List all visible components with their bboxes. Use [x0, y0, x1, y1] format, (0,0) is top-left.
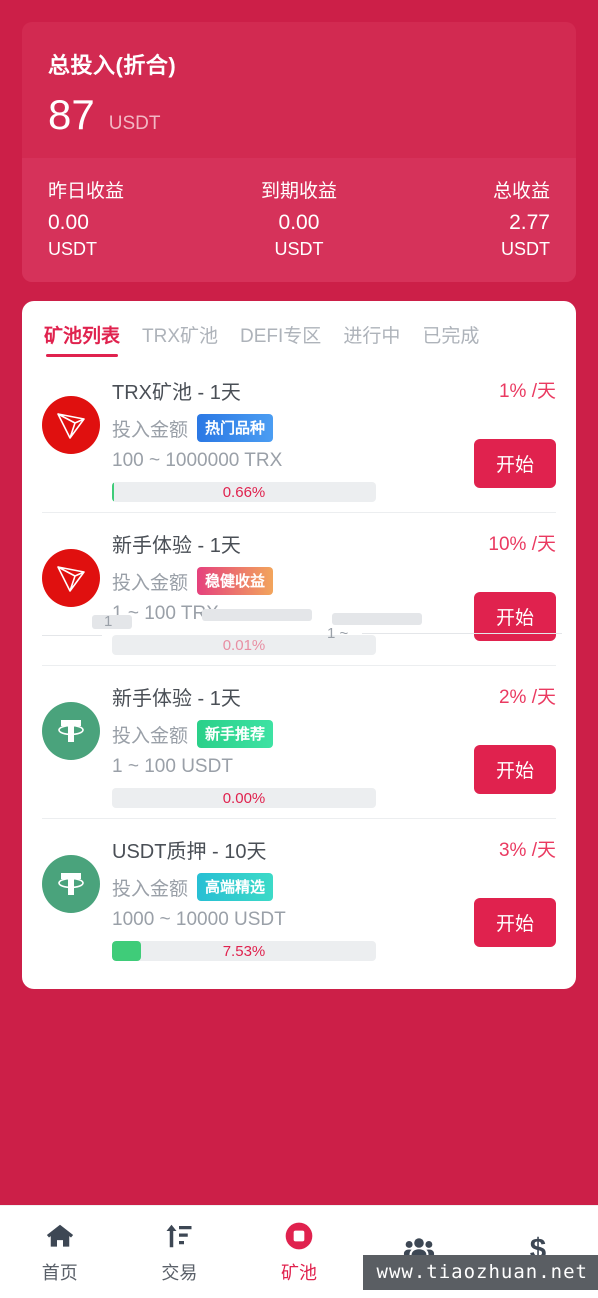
pool-amount-row: 投入金额 高端精选	[112, 873, 460, 901]
tab-pool-list[interactable]: 矿池列表	[44, 321, 120, 360]
daily-rate: 10% /天	[488, 529, 556, 556]
pool-card: 矿池列表 TRX矿池 DEFI专区 进行中 已完成 TRX矿池 - 1天 投入金…	[22, 301, 576, 989]
stat-yesterday-profit: 昨日收益 0.00 USDT	[48, 176, 215, 260]
daily-rate: 1% /天	[499, 376, 556, 403]
start-button[interactable]: 开始	[474, 745, 556, 794]
status-badge: 高端精选	[197, 873, 273, 901]
progress-label: 0.00%	[112, 788, 376, 808]
tab-completed[interactable]: 已完成	[422, 321, 479, 360]
stat-unit: USDT	[48, 239, 215, 260]
list-item[interactable]: TRX矿池 - 1天 投入金额 热门品种 100 ~ 1000000 TRX 0…	[42, 360, 556, 513]
pool-range: 100 ~ 1000000 TRX	[112, 450, 460, 472]
usdt-coin-icon	[42, 855, 100, 913]
balance-unit: USDT	[109, 113, 161, 135]
daily-rate: 3% /天	[499, 835, 556, 862]
daily-rate: 2% /天	[499, 682, 556, 709]
status-badge: 稳健收益	[197, 567, 273, 595]
total-investment-block: 总投入(折合) 87 USDT	[22, 22, 576, 158]
nav-item-trade[interactable]: 交易	[120, 1220, 240, 1285]
usdt-coin-icon	[42, 702, 100, 760]
stat-value: 2.77	[383, 211, 550, 235]
nav-label: 矿池	[281, 1259, 317, 1285]
nav-label: 首页	[42, 1259, 78, 1285]
pool-range: 1 ~ 100 USDT	[112, 756, 460, 778]
balance-row: 87 USDT	[48, 94, 550, 136]
stat-value: 0.00	[215, 211, 382, 235]
stat-label: 总收益	[383, 176, 550, 203]
list-item[interactable]: USDT质押 - 10天 投入金额 高端精选 1000 ~ 10000 USDT…	[42, 819, 556, 971]
start-button[interactable]: 开始	[474, 898, 556, 947]
tab-in-progress[interactable]: 进行中	[343, 321, 400, 360]
stat-unit: USDT	[215, 239, 382, 260]
pool-range: 1000 ~ 10000 USDT	[112, 909, 460, 931]
pool-amount-label: 投入金额	[112, 415, 188, 442]
progress-bar: 0.66%	[112, 482, 376, 502]
status-badge: 热门品种	[197, 414, 273, 442]
tab-defi-zone[interactable]: DEFI专区	[240, 321, 321, 360]
pool-list: TRX矿池 - 1天 投入金额 热门品种 100 ~ 1000000 TRX 0…	[22, 360, 576, 971]
tab-bar: 矿池列表 TRX矿池 DEFI专区 进行中 已完成	[22, 301, 576, 360]
pool-range: 1 ~ 100 TRX	[112, 603, 460, 625]
pool-side: 2% /天 开始	[460, 680, 556, 794]
pool-details: USDT质押 - 10天 投入金额 高端精选 1000 ~ 10000 USDT…	[112, 833, 460, 961]
stat-total-profit: 总收益 2.77 USDT	[383, 176, 550, 260]
pool-amount-label: 投入金额	[112, 568, 188, 595]
progress-label: 0.66%	[112, 482, 376, 502]
pool-details: TRX矿池 - 1天 投入金额 热门品种 100 ~ 1000000 TRX 0…	[112, 374, 460, 502]
page-title: 总投入(折合)	[48, 48, 550, 80]
pool-details: 新手体验 - 1天 投入金额 稳健收益 1 ~ 100 TRX 0.01%	[112, 527, 460, 655]
start-button[interactable]: 开始	[474, 592, 556, 641]
list-item[interactable]: 新手体验 - 1天 投入金额 新手推荐 1 ~ 100 USDT 0.00% 2…	[42, 666, 556, 819]
pool-amount-row: 投入金额 热门品种	[112, 414, 460, 442]
progress-label: 7.53%	[112, 941, 376, 961]
nav-item-home[interactable]: 首页	[0, 1220, 120, 1285]
stat-value: 0.00	[48, 211, 215, 235]
stat-label: 到期收益	[215, 176, 382, 203]
stat-matured-profit: 到期收益 0.00 USDT	[215, 176, 382, 260]
tab-trx-pool[interactable]: TRX矿池	[142, 321, 218, 360]
pool-amount-row: 投入金额 稳健收益	[112, 567, 460, 595]
stat-label: 昨日收益	[48, 176, 215, 203]
progress-label: 0.01%	[112, 635, 376, 655]
pool-side: 3% /天 开始	[460, 833, 556, 947]
stats-row: 昨日收益 0.00 USDT 到期收益 0.00 USDT 总收益 2.77 U…	[22, 158, 576, 282]
pool-title: 新手体验 - 1天	[112, 682, 460, 711]
progress-bar: 7.53%	[112, 941, 376, 961]
pool-amount-label: 投入金额	[112, 721, 188, 748]
balance-value: 87	[48, 94, 95, 136]
summary-panel: 总投入(折合) 87 USDT 昨日收益 0.00 USDT 到期收益 0.00…	[22, 22, 576, 282]
pool-side: 10% /天 开始	[460, 527, 556, 641]
nav-label: 交易	[161, 1259, 197, 1285]
pool-icon	[283, 1220, 315, 1252]
trade-icon	[163, 1220, 195, 1252]
stat-unit: USDT	[383, 239, 550, 260]
status-badge: 新手推荐	[197, 720, 273, 748]
progress-bar: 0.00%	[112, 788, 376, 808]
list-item[interactable]: 新手体验 - 1天 投入金额 稳健收益 1 ~ 100 TRX 0.01% 10…	[42, 513, 556, 666]
render-artifact-line	[42, 635, 102, 636]
home-icon	[44, 1220, 76, 1252]
bottom-navigation: 首页 交易 矿池	[0, 1205, 598, 1298]
pool-side: 1% /天 开始	[460, 374, 556, 488]
pool-amount-row: 投入金额 新手推荐	[112, 720, 460, 748]
progress-bar: 0.01%	[112, 635, 376, 655]
watermark: www.tiaozhuan.net	[363, 1255, 598, 1290]
pool-title: TRX矿池 - 1天	[112, 376, 460, 405]
trx-coin-icon	[42, 396, 100, 454]
pool-details: 新手体验 - 1天 投入金额 新手推荐 1 ~ 100 USDT 0.00%	[112, 680, 460, 808]
trx-coin-icon	[42, 549, 100, 607]
pool-title: USDT质押 - 10天	[112, 835, 460, 864]
start-button[interactable]: 开始	[474, 439, 556, 488]
nav-item-pool[interactable]: 矿池	[239, 1220, 359, 1285]
pool-title: 新手体验 - 1天	[112, 529, 460, 558]
pool-amount-label: 投入金额	[112, 874, 188, 901]
